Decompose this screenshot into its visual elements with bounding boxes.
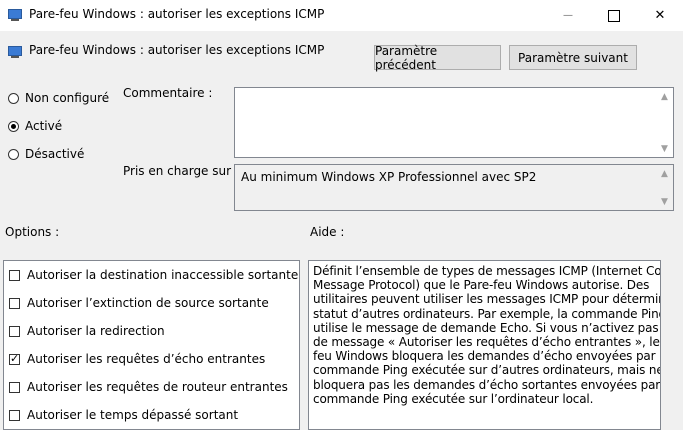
supported-scrollbar[interactable]: ▲ ▼ bbox=[656, 165, 673, 210]
radio-circle-selected bbox=[8, 120, 19, 132]
option-inbound-echo-request[interactable]: Autoriser les requêtes d’écho entrantes bbox=[9, 352, 265, 366]
help-line: utilitaires peuvent utiliser les message… bbox=[313, 292, 661, 307]
help-label: Aide : bbox=[310, 225, 345, 239]
maximize-button[interactable] bbox=[591, 0, 637, 31]
option-inbound-router-request[interactable]: Autoriser les requêtes de routeur entran… bbox=[9, 380, 288, 394]
option-outbound-time-exceeded[interactable]: Autoriser le temps dépassé sortant bbox=[9, 408, 238, 422]
option-redirect[interactable]: Autoriser la redirection bbox=[9, 324, 165, 338]
option-label: Autoriser les requêtes de routeur entran… bbox=[27, 380, 288, 394]
scroll-down-icon[interactable]: ▼ bbox=[656, 140, 673, 157]
help-line: de message « Autoriser les requêtes d’éc… bbox=[313, 335, 661, 350]
option-label: Autoriser la redirection bbox=[27, 324, 165, 338]
window-title: Pare-feu Windows : autoriser les excepti… bbox=[29, 7, 325, 21]
supported-on-label: Pris en charge sur : bbox=[123, 164, 239, 178]
checkbox[interactable] bbox=[9, 297, 20, 309]
comment-value bbox=[235, 88, 673, 94]
scroll-up-icon[interactable]: ▲ bbox=[656, 88, 673, 105]
supported-on-value: Au minimum Windows XP Professionnel avec… bbox=[241, 170, 537, 184]
policy-icon bbox=[7, 45, 23, 59]
checkbox[interactable] bbox=[9, 325, 20, 337]
radio-label: Désactivé bbox=[25, 147, 85, 161]
help-line: Définit l’ensemble de types de messages … bbox=[313, 264, 661, 278]
help-panel: Définit l’ensemble de types de messages … bbox=[308, 260, 661, 430]
radio-circle bbox=[8, 148, 19, 160]
scroll-down-icon[interactable]: ▼ bbox=[656, 193, 673, 210]
close-icon: ✕ bbox=[654, 8, 666, 23]
help-line: commande Ping exécutée sur d’autres ordi… bbox=[313, 363, 661, 378]
radio-label: Non configuré bbox=[25, 91, 110, 105]
option-outbound-source-quench[interactable]: Autoriser l’extinction de source sortant… bbox=[9, 296, 269, 310]
next-setting-button[interactable]: Paramètre suivant bbox=[509, 45, 637, 70]
radio-enabled[interactable]: Activé bbox=[8, 119, 62, 133]
comment-label: Commentaire : bbox=[123, 86, 213, 100]
comment-field[interactable]: ▲ ▼ bbox=[234, 87, 674, 158]
help-line: commande Ping exécutée sur l’ordinateur … bbox=[313, 391, 594, 406]
checkbox[interactable] bbox=[9, 381, 20, 393]
minimize-icon: — bbox=[563, 10, 573, 21]
checkbox[interactable] bbox=[9, 269, 20, 281]
help-line: feu Windows bloquera les demandes d’écho… bbox=[313, 349, 661, 364]
checkbox[interactable] bbox=[9, 409, 20, 421]
checkbox-checked[interactable] bbox=[9, 352, 20, 366]
help-text: Définit l’ensemble de types de messages … bbox=[313, 264, 661, 406]
radio-not-configured[interactable]: Non configuré bbox=[8, 91, 109, 105]
help-line: statut d’autres ordinateurs. Par exemple… bbox=[313, 306, 661, 321]
minimize-button[interactable]: — bbox=[545, 0, 591, 31]
close-button[interactable]: ✕ bbox=[637, 0, 683, 31]
supported-on-field: Au minimum Windows XP Professionnel avec… bbox=[234, 164, 674, 211]
option-label: Autoriser l’extinction de source sortant… bbox=[27, 296, 269, 310]
help-line: bloquera pas les demandes d’écho sortant… bbox=[313, 377, 661, 392]
maximize-icon bbox=[608, 9, 620, 22]
option-outbound-destination-unreachable[interactable]: Autoriser la destination inaccessible so… bbox=[9, 268, 298, 282]
radio-label: Activé bbox=[25, 119, 63, 133]
policy-window-icon bbox=[7, 8, 23, 22]
comment-scrollbar[interactable]: ▲ ▼ bbox=[656, 88, 673, 157]
options-label: Options : bbox=[5, 225, 60, 239]
option-label: Autoriser le temps dépassé sortant bbox=[27, 408, 239, 422]
option-label: Autoriser la destination inaccessible so… bbox=[27, 268, 299, 282]
radio-circle bbox=[8, 92, 19, 104]
help-line: Message Protocol) que le Pare-feu Window… bbox=[313, 278, 650, 293]
options-panel: Autoriser la destination inaccessible so… bbox=[3, 260, 300, 430]
policy-title: Pare-feu Windows : autoriser les excepti… bbox=[29, 43, 325, 57]
radio-disabled[interactable]: Désactivé bbox=[8, 147, 84, 161]
title-bar: Pare-feu Windows : autoriser les excepti… bbox=[0, 0, 683, 31]
option-label: Autoriser les requêtes d’écho entrantes bbox=[27, 352, 266, 366]
help-line: utilise le message de demande Echo. Si v… bbox=[313, 320, 660, 335]
scroll-up-icon[interactable]: ▲ bbox=[656, 165, 673, 182]
previous-setting-button[interactable]: Paramètre précédent bbox=[374, 44, 501, 72]
